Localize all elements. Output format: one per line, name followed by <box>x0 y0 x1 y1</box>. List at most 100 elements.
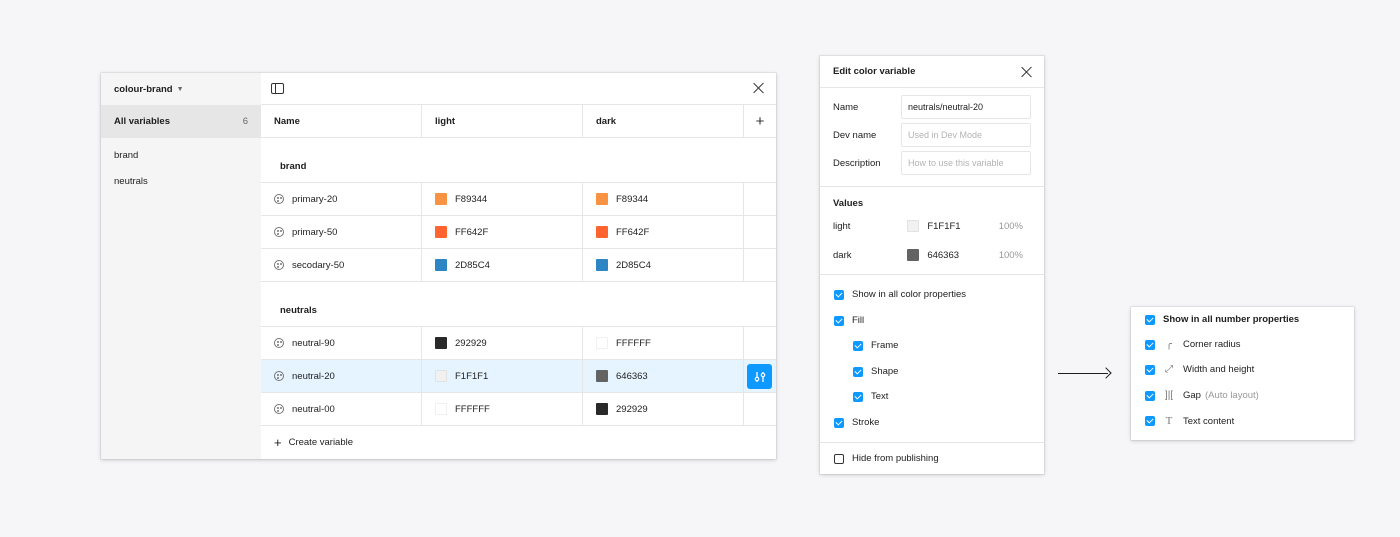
color-hex[interactable]: 646363 <box>616 371 648 382</box>
color-swatch[interactable] <box>435 193 447 205</box>
table-row[interactable]: primary-20 F89344 F89344 <box>261 183 776 216</box>
close-icon[interactable] <box>752 81 766 95</box>
collection-dropdown[interactable]: colour-brand ▼ <box>114 84 184 95</box>
hide-from-publishing[interactable]: Hide from publishing <box>834 453 939 464</box>
color-swatch[interactable] <box>596 337 608 349</box>
table-header: Name light dark + <box>261 105 776 138</box>
color-swatch[interactable] <box>596 370 608 382</box>
close-icon[interactable] <box>1020 65 1034 79</box>
color-hex[interactable]: F89344 <box>455 194 487 205</box>
scope-stroke[interactable]: Stroke <box>834 417 879 428</box>
color-swatch[interactable] <box>435 370 447 382</box>
scope-gap[interactable]: ]|[ Gap (Auto layout) <box>1145 390 1259 401</box>
color-variable-icon <box>274 338 284 348</box>
variable-name: primary-20 <box>292 193 338 205</box>
color-hex[interactable]: 2D85C4 <box>616 260 651 271</box>
dev-name-field-row: Dev name Used in Dev Mode <box>833 123 1031 147</box>
color-swatch[interactable] <box>596 259 608 271</box>
color-swatch[interactable] <box>435 259 447 271</box>
color-swatch[interactable] <box>596 226 608 238</box>
color-swatch[interactable] <box>596 193 608 205</box>
checkbox-checked[interactable] <box>834 417 844 428</box>
opacity-value[interactable]: 100% <box>999 250 1023 261</box>
checkbox-checked[interactable] <box>853 391 863 402</box>
table-row[interactable]: neutral-90 292929 FFFFFF <box>261 327 776 360</box>
color-hex[interactable]: 292929 <box>455 338 487 349</box>
scope-text[interactable]: Text <box>853 391 888 402</box>
name-label: Name <box>833 101 859 113</box>
column-header-dark[interactable]: dark <box>583 105 744 137</box>
opacity-value[interactable]: 100% <box>999 221 1023 232</box>
scope-all-color[interactable]: Show in all color properties <box>834 289 966 300</box>
scope-shape[interactable]: Shape <box>853 366 898 377</box>
description-input[interactable]: How to use this variable <box>901 151 1031 175</box>
mode-label: light <box>833 220 851 232</box>
color-hex[interactable]: FF642F <box>616 227 649 238</box>
corner-radius-icon: ╭ <box>1165 339 1173 350</box>
checkbox-checked[interactable] <box>834 289 844 300</box>
divider <box>820 442 1044 443</box>
color-hex[interactable]: FF642F <box>455 227 488 238</box>
color-hex[interactable]: F1F1F1 <box>455 371 488 382</box>
checkbox-label: Width and height <box>1183 364 1255 375</box>
dev-name-input[interactable]: Used in Dev Mode <box>901 123 1031 147</box>
gap-icon: ]|[ <box>1164 390 1174 401</box>
checkbox-unchecked[interactable] <box>834 453 844 464</box>
color-hex[interactable]: FFFFFF <box>616 338 651 349</box>
color-hex[interactable]: FFFFFF <box>455 404 490 415</box>
table-row[interactable]: neutral-00 FFFFFF 292929 <box>261 393 776 426</box>
table-row-selected[interactable]: neutral-20 F1F1F1 646363 <box>261 360 776 393</box>
color-swatch[interactable] <box>907 220 920 232</box>
scope-text-content[interactable]: T Text content <box>1145 415 1234 427</box>
checkbox-checked[interactable] <box>1145 390 1155 401</box>
scope-corner-radius[interactable]: ╭ Corner radius <box>1145 339 1241 350</box>
variables-toolbar <box>261 73 776 105</box>
checkbox-checked[interactable] <box>834 315 844 326</box>
checkbox-label: Corner radius <box>1183 339 1241 350</box>
checkbox-checked[interactable] <box>1145 314 1155 325</box>
sidebar-item-neutrals[interactable]: neutrals <box>114 176 148 187</box>
color-hex[interactable]: 292929 <box>616 404 648 415</box>
edit-color-variable-panel: Edit color variable Name neutrals/neutra… <box>820 56 1044 474</box>
color-swatch[interactable] <box>435 226 447 238</box>
resize-icon: ⤢ <box>1165 364 1173 375</box>
color-swatch[interactable] <box>596 403 608 415</box>
scope-fill[interactable]: Fill <box>834 315 864 326</box>
sidebar-toggle-icon[interactable] <box>271 83 284 94</box>
color-swatch[interactable] <box>907 249 920 261</box>
table-row[interactable]: primary-50 FF642F FF642F <box>261 216 776 249</box>
edit-variable-button[interactable] <box>747 364 772 389</box>
table-row[interactable]: secodary-50 2D85C4 2D85C4 <box>261 249 776 282</box>
checkbox-label: Hide from publishing <box>852 453 939 464</box>
color-hex[interactable]: F89344 <box>616 194 648 205</box>
color-hex[interactable]: F1F1F1 <box>927 221 998 232</box>
checkbox-checked[interactable] <box>853 340 863 351</box>
add-mode-button[interactable]: + <box>744 105 776 137</box>
sidebar-item-all-variables[interactable]: All variables 6 <box>101 105 261 138</box>
color-swatch[interactable] <box>435 403 447 415</box>
variables-table: Name light dark + brand primary-20 F8934… <box>261 73 776 459</box>
collection-name: colour-brand <box>114 84 173 95</box>
checkbox-checked[interactable] <box>1145 416 1155 426</box>
variable-name: primary-50 <box>292 226 338 238</box>
scope-frame[interactable]: Frame <box>853 340 898 351</box>
variables-sidebar: colour-brand ▼ All variables 6 brand neu… <box>101 73 261 459</box>
checkbox-checked[interactable] <box>853 366 863 377</box>
color-swatch[interactable] <box>435 337 447 349</box>
create-variable-button[interactable]: + Create variable <box>261 426 776 458</box>
scope-width-height[interactable]: ⤢ Width and height <box>1145 364 1254 375</box>
sidebar-item-brand[interactable]: brand <box>114 150 138 161</box>
column-header-light[interactable]: light <box>422 105 583 137</box>
checkbox-label: Text <box>871 391 889 402</box>
value-row-light[interactable]: light F1F1F1 100% <box>833 220 1023 232</box>
checkbox-checked[interactable] <box>1145 339 1155 350</box>
divider <box>820 186 1044 187</box>
checkbox-checked[interactable] <box>1145 364 1155 375</box>
color-hex[interactable]: 2D85C4 <box>455 260 490 271</box>
description-field-row: Description How to use this variable <box>833 151 1031 175</box>
name-input[interactable]: neutrals/neutral-20 <box>901 95 1031 119</box>
value-row-dark[interactable]: dark 646363 100% <box>833 249 1023 261</box>
color-hex[interactable]: 646363 <box>927 250 998 261</box>
scope-all-number[interactable]: Show in all number properties <box>1145 314 1299 325</box>
gap-suffix: (Auto layout) <box>1204 390 1259 401</box>
